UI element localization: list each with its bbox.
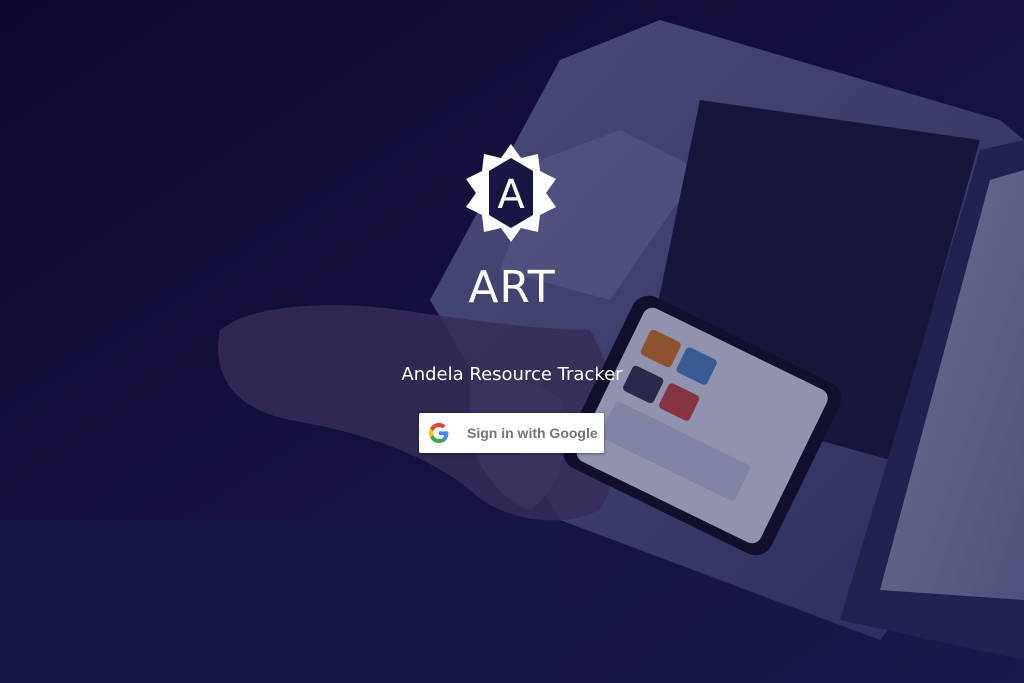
google-g-icon [429,423,449,443]
app-title: ART [468,262,556,313]
logo-letter: A [497,172,525,218]
andela-star-logo-icon: A [466,144,556,242]
sign-in-with-google-button[interactable]: Sign in with Google [419,413,604,453]
sign-in-button-label: Sign in with Google [467,425,598,441]
app-subtitle: Andela Resource Tracker [401,364,623,385]
login-panel: A ART Andela Resource Tracker Sign in wi… [0,0,1024,683]
